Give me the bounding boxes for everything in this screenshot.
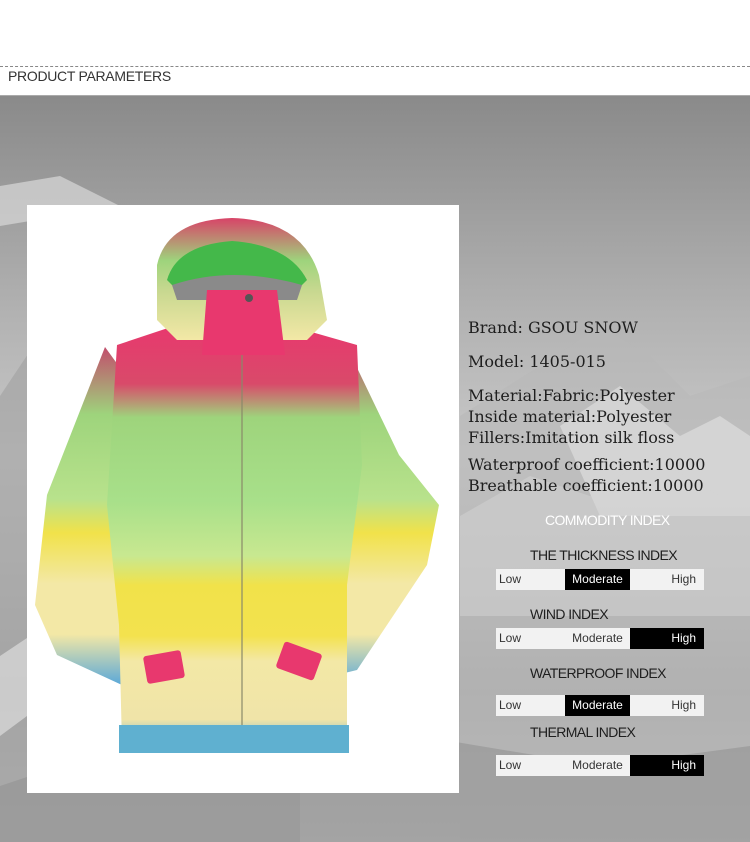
scale-high: High: [630, 695, 705, 716]
thickness-index-scale: Low Moderate High: [496, 569, 705, 590]
thermal-index-label: THERMAL INDEX: [530, 724, 636, 740]
scale-moderate: Moderate: [564, 695, 631, 716]
waterproof-spec: Waterproof coefficient:10000: [468, 455, 706, 474]
section-title: PRODUCT PARAMETERS: [8, 68, 171, 84]
material-spec: Material:Fabric:Polyester: [468, 386, 675, 405]
waterproof-index-label: WATERPROOF INDEX: [530, 665, 666, 681]
breathable-spec: Breathable coefficient:10000: [468, 476, 704, 495]
dashed-divider: [0, 66, 750, 67]
model-spec: Model: 1405-015: [468, 352, 606, 371]
scale-low: Low: [496, 755, 565, 776]
scale-low: Low: [496, 628, 565, 649]
brand-spec: Brand: GSOU SNOW: [468, 318, 638, 337]
scale-moderate: Moderate: [564, 755, 631, 776]
scale-low: Low: [496, 569, 565, 590]
waterproof-index-scale: Low Moderate High: [496, 695, 705, 716]
inside-material-spec: Inside material:Polyester: [468, 407, 672, 426]
scale-high: High: [630, 628, 705, 649]
scale-moderate: Moderate: [564, 569, 631, 590]
scale-low: Low: [496, 695, 565, 716]
scale-high: High: [630, 569, 705, 590]
scale-high: High: [630, 755, 705, 776]
scale-moderate: Moderate: [564, 628, 631, 649]
wind-index-scale: Low Moderate High: [496, 628, 705, 649]
thermal-index-scale: Low Moderate High: [496, 755, 705, 776]
thickness-index-label: THE THICKNESS INDEX: [530, 547, 678, 563]
header: PRODUCT PARAMETERS: [0, 0, 750, 96]
product-photo: [27, 205, 459, 793]
wind-index-label: WIND INDEX: [530, 606, 609, 622]
ski-jacket-image: [35, 218, 439, 753]
commodity-index-title: COMMODITY INDEX: [545, 512, 670, 528]
fillers-spec: Fillers:Imitation silk floss: [468, 428, 675, 447]
